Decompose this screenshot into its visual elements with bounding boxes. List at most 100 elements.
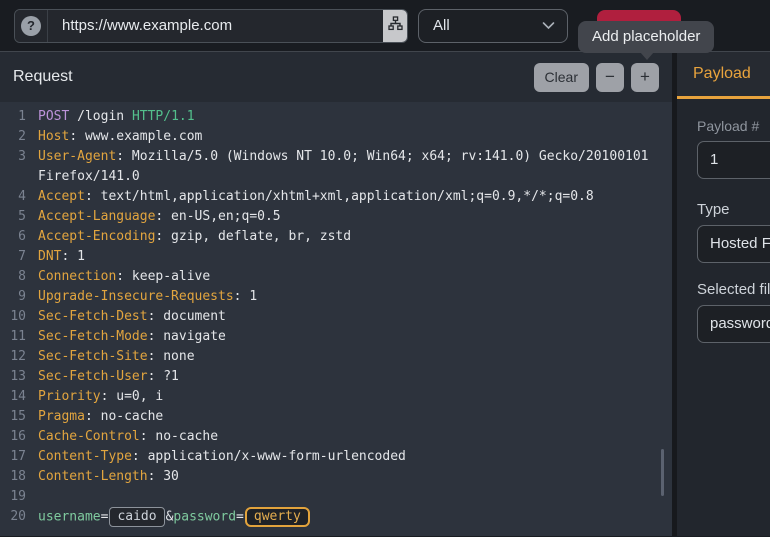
code-token: DNT: [38, 249, 61, 264]
code-token: Sec-Fetch-Site: [38, 349, 148, 364]
line-code[interactable]: Content-Length: 30: [38, 467, 672, 487]
line-code[interactable]: Accept-Language: en-US,en;q=0.5: [38, 207, 672, 227]
payload-number-label: Payload #: [697, 118, 770, 134]
code-token: Content-Length: [38, 469, 148, 484]
request-panel: Request Clear − + 1POST /login HTTP/1.12…: [0, 52, 672, 536]
request-lines: 1 POST /login HTTP/1.1 2 Host: www.example.…: [0, 107, 672, 528]
line-code[interactable]: Cache-Control: no-cache: [38, 427, 672, 447]
code-token: password: [173, 510, 236, 525]
code-token: POST: [38, 109, 69, 124]
url-help-segment[interactable]: ?: [15, 10, 48, 42]
line-code[interactable]: Pragma: no-cache: [38, 407, 672, 427]
line-number: 10: [0, 307, 26, 327]
payload-panel: Payload Payload # 1 Type Hosted File Sel…: [677, 52, 770, 536]
selected-placeholder-pill[interactable]: qwerty: [245, 507, 310, 527]
line-code[interactable]: Sec-Fetch-Dest: document: [38, 307, 672, 327]
code-token: : www.example.com: [69, 129, 202, 144]
line-code[interactable]: Content-Type: application/x-www-form-url…: [38, 447, 672, 467]
code-token: Sec-Fetch-Dest: [38, 309, 148, 324]
line-number: 17: [0, 447, 26, 467]
tooltip: Add placeholder: [578, 21, 714, 53]
code-token: Content-Type: [38, 449, 132, 464]
payload-panel-body: Payload # 1 Type Hosted File Selected fi…: [677, 99, 770, 343]
code-token: : document: [148, 309, 226, 324]
line-number: 20: [0, 507, 26, 528]
line-code[interactable]: Connection: keep-alive: [38, 267, 672, 287]
code-token: Accept: [38, 189, 85, 204]
request-line: 13 Sec-Fetch-User: ?1: [0, 367, 672, 387]
code-token: : Mozilla/5.0 (Windows NT 10.0; Win64; x…: [38, 149, 656, 184]
code-token: Accept-Language: [38, 209, 155, 224]
request-line: 4Accept: text/html,application/xhtml+xml…: [0, 187, 672, 207]
request-line: 14Priority: u=0, i: [0, 387, 672, 407]
line-code[interactable]: Priority: u=0, i: [38, 387, 672, 407]
scope-select[interactable]: All: [418, 9, 568, 43]
code-token: : no-cache: [85, 409, 163, 424]
request-line: 16 Cache-Control: no-cache: [0, 427, 672, 447]
request-line: 12 Sec-Fetch-Site: none: [0, 347, 672, 367]
sitemap-button[interactable]: [383, 10, 407, 42]
line-code[interactable]: Sec-Fetch-Site: none: [38, 347, 672, 367]
request-line: 10 Sec-Fetch-Dest: document: [0, 307, 672, 327]
code-token: HTTP/1.1: [132, 109, 195, 124]
code-token: : none: [148, 349, 195, 364]
line-number: 5: [0, 207, 26, 227]
code-token: : 1: [234, 289, 257, 304]
help-icon[interactable]: ?: [21, 16, 41, 36]
line-number: 11: [0, 327, 26, 347]
code-token: : keep-alive: [116, 269, 210, 284]
line-number: 16: [0, 427, 26, 447]
line-code[interactable]: User-Agent: Mozilla/5.0 (Windows NT 10.0…: [38, 147, 672, 187]
line-number: 12: [0, 347, 26, 367]
line-code[interactable]: username=caido&password=qwerty: [38, 507, 672, 528]
code-token: =: [236, 510, 244, 525]
scope-selected-value: All: [433, 17, 450, 34]
request-line: 20username=caido&password=qwerty: [0, 507, 672, 528]
line-code[interactable]: [38, 487, 672, 507]
line-code[interactable]: Accept: text/html,application/xhtml+xml,…: [38, 187, 672, 207]
code-token: Cache-Control: [38, 429, 140, 444]
code-token: : application/x-www-form-urlencoded: [132, 449, 406, 464]
clear-button[interactable]: Clear: [534, 63, 589, 92]
selected-file-input[interactable]: password: [697, 305, 770, 343]
code-token: username: [38, 510, 101, 525]
code-token: Pragma: [38, 409, 85, 424]
tab-payload[interactable]: Payload: [677, 65, 751, 83]
request-panel-title: Request: [13, 68, 73, 86]
request-line: 2 Host: www.example.com: [0, 127, 672, 147]
code-token: Priority: [38, 389, 101, 404]
remove-placeholder-button[interactable]: −: [596, 63, 624, 92]
request-editor[interactable]: 1 POST /login HTTP/1.1 2 Host: www.example.…: [0, 102, 672, 536]
line-code[interactable]: Host: www.example.com: [38, 127, 672, 147]
line-number: 1: [0, 107, 26, 127]
code-token: : no-cache: [140, 429, 218, 444]
line-code[interactable]: Sec-Fetch-User: ?1: [38, 367, 672, 387]
code-token: : u=0, i: [101, 389, 164, 404]
url-input[interactable]: https://www.example.com: [48, 10, 383, 42]
line-code[interactable]: POST /login HTTP/1.1: [38, 107, 672, 127]
line-number: 8: [0, 267, 26, 287]
request-line: 9 Upgrade-Insecure-Requests: 1: [0, 287, 672, 307]
code-token: : 30: [148, 469, 179, 484]
line-number: 13: [0, 367, 26, 387]
line-code[interactable]: DNT: 1: [38, 247, 672, 267]
line-code[interactable]: Sec-Fetch-Mode: navigate: [38, 327, 672, 347]
payload-tab-row: Payload: [677, 52, 770, 99]
add-placeholder-button[interactable]: +: [631, 63, 659, 92]
code-token: Upgrade-Insecure-Requests: [38, 289, 234, 304]
line-number: 9: [0, 287, 26, 307]
placeholder-pill[interactable]: caido: [109, 507, 164, 527]
payload-number-input[interactable]: 1: [697, 141, 770, 179]
line-number: 2: [0, 127, 26, 147]
line-number: 19: [0, 487, 26, 507]
request-line: 5 Accept-Language: en-US,en;q=0.5: [0, 207, 672, 227]
type-label: Type: [697, 201, 770, 218]
line-code[interactable]: Upgrade-Insecure-Requests: 1: [38, 287, 672, 307]
code-token: : text/html,application/xhtml+xml,applic…: [85, 189, 594, 204]
code-token: Connection: [38, 269, 116, 284]
request-line: 6Accept-Encoding: gzip, deflate, br, zst…: [0, 227, 672, 247]
line-code[interactable]: Accept-Encoding: gzip, deflate, br, zstd: [38, 227, 672, 247]
type-select[interactable]: Hosted File: [697, 225, 770, 263]
editor-scrollbar-thumb[interactable]: [661, 449, 664, 496]
line-number: 7: [0, 247, 26, 267]
